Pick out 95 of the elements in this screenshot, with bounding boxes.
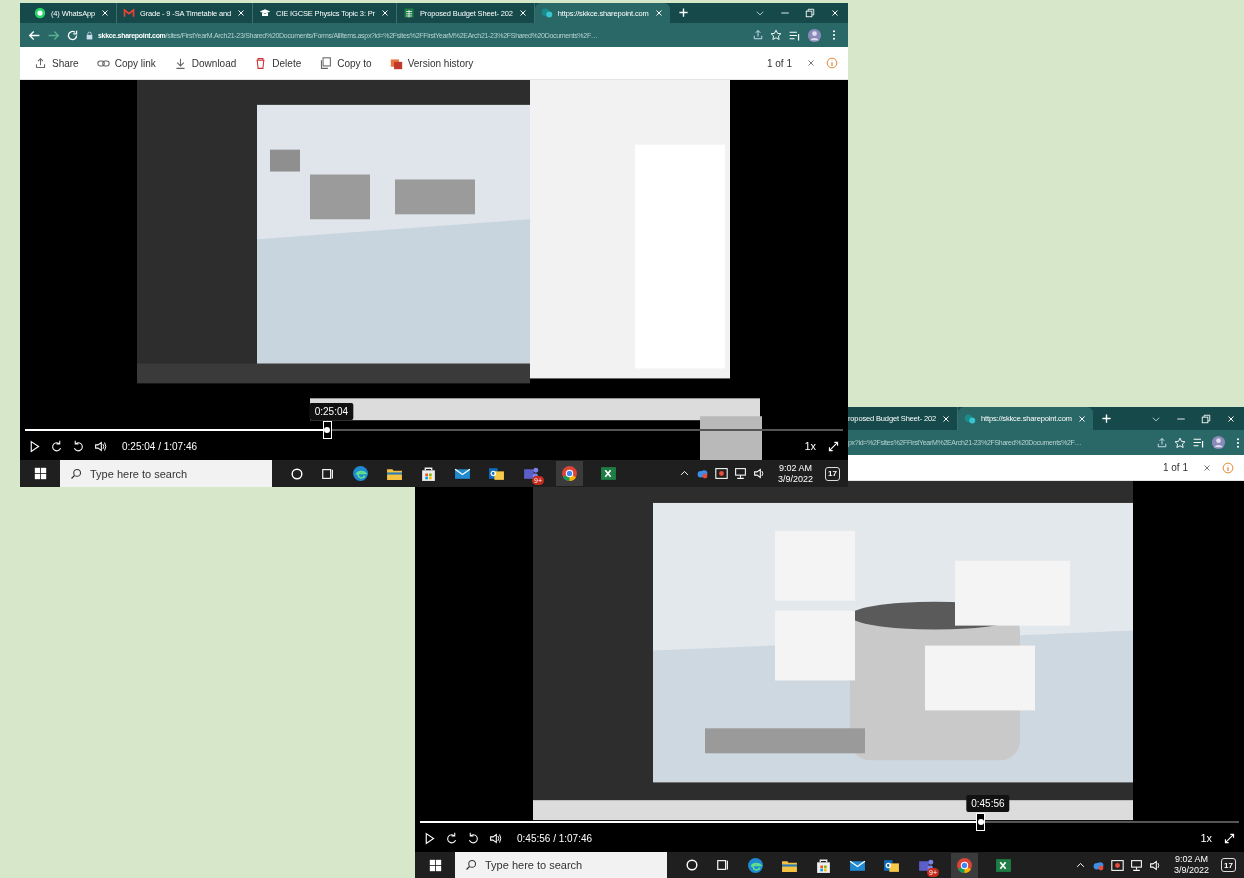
reload-icon[interactable]: [66, 28, 79, 42]
close-icon[interactable]: [100, 8, 111, 18]
download-icon: [173, 56, 187, 70]
toolbar-button[interactable]: Copy link: [92, 56, 160, 70]
forward-icon[interactable]: [72, 439, 85, 453]
play-icon[interactable]: [423, 831, 436, 845]
windows-icon[interactable]: [428, 858, 442, 872]
chrome-icon[interactable]: [561, 465, 578, 482]
playback-time: 0:25:04 / 1:07:46: [122, 440, 198, 452]
playback-time: 0:45:56 / 1:07:46: [517, 832, 593, 844]
circles-icon: [964, 412, 976, 425]
close-icon[interactable]: [941, 413, 951, 424]
scrubber-handle[interactable]: [976, 813, 985, 831]
toolbar-button[interactable]: Delete: [250, 56, 306, 70]
share-icon[interactable]: [1156, 436, 1168, 449]
lock-icon: [85, 30, 94, 40]
new-tab-icon[interactable]: [1100, 412, 1112, 424]
chrome-icon[interactable]: [956, 856, 973, 874]
forward-icon[interactable]: [467, 831, 480, 845]
chat-icon: [34, 7, 46, 19]
close-icon[interactable]: [830, 8, 840, 18]
play-icon[interactable]: [28, 439, 41, 453]
spreadsheet-icon[interactable]: [995, 856, 1012, 874]
meter-icon[interactable]: [715, 467, 729, 480]
expand-icon[interactable]: [827, 439, 840, 453]
network-icon[interactable]: [1130, 858, 1144, 872]
network-icon[interactable]: [734, 467, 748, 480]
circle-icon[interactable]: [685, 858, 699, 872]
close-icon[interactable]: [1226, 413, 1236, 424]
expand-icon[interactable]: [1223, 831, 1236, 845]
circle-icon[interactable]: [290, 466, 304, 481]
clock-date[interactable]: 3/9/2022: [1174, 865, 1210, 876]
avatar-icon[interactable]: [1211, 435, 1226, 450]
toolbar-button[interactable]: Download: [169, 56, 241, 70]
task-view-icon[interactable]: [716, 858, 730, 872]
copy-icon: [319, 56, 333, 70]
cloud-icon[interactable]: [696, 467, 710, 480]
rewind-icon[interactable]: [445, 831, 458, 845]
close-icon[interactable]: [653, 8, 664, 18]
task-view-icon[interactable]: [321, 466, 335, 481]
search-field[interactable]: Type here to search: [455, 852, 667, 878]
rewind-icon[interactable]: [50, 439, 63, 453]
avatar-icon[interactable]: [807, 27, 822, 43]
restore-icon[interactable]: [1201, 413, 1211, 424]
search-field[interactable]: Type here to search: [60, 460, 272, 487]
cap-icon: [259, 7, 272, 19]
close-icon[interactable]: [806, 58, 816, 68]
page-count: 1 of 1: [766, 57, 792, 69]
toolbar-button[interactable]: Version history: [385, 56, 478, 70]
page-count: 1 of 1: [1162, 462, 1188, 473]
time-tooltip: 0:45:56: [966, 795, 1010, 812]
meter-icon[interactable]: [1111, 858, 1125, 872]
reading-list-icon[interactable]: [1192, 436, 1205, 449]
trash-icon: [254, 56, 268, 70]
toolbar-button[interactable]: Share: [30, 56, 83, 70]
star-icon[interactable]: [770, 29, 782, 41]
browser-icon[interactable]: [747, 856, 764, 874]
scrubber-handle[interactable]: [322, 421, 332, 439]
chevron-icon[interactable]: [755, 8, 765, 18]
share-icon[interactable]: [752, 29, 764, 41]
spreadsheet-icon[interactable]: [600, 465, 617, 482]
bag-icon[interactable]: [420, 465, 437, 482]
circles-icon: [540, 7, 553, 19]
close-icon[interactable]: [236, 8, 247, 18]
search-icon: [70, 467, 82, 480]
bag-icon[interactable]: [815, 856, 832, 874]
back-icon[interactable]: [28, 28, 41, 42]
close-icon[interactable]: [1076, 413, 1087, 424]
speed-button[interactable]: 1x: [1198, 832, 1214, 844]
notifications-button[interactable]: 17: [825, 466, 840, 481]
browser-icon[interactable]: [352, 465, 369, 482]
history-icon: [389, 56, 403, 70]
close-icon[interactable]: [517, 8, 528, 18]
star-icon[interactable]: [1174, 436, 1186, 449]
new-tab-icon[interactable]: [677, 7, 689, 18]
clock-date[interactable]: 3/9/2022: [778, 473, 814, 485]
close-icon[interactable]: [379, 8, 390, 18]
mail-app-icon[interactable]: [488, 465, 505, 482]
restore-icon[interactable]: [805, 8, 815, 18]
sheet-icon: [402, 7, 415, 19]
search-placeholder: Type here to search: [485, 859, 583, 871]
mail-icon: [123, 7, 136, 19]
clock-time[interactable]: 9:02 AM: [779, 462, 813, 474]
search-placeholder: Type here to search: [90, 467, 188, 480]
volume-icon[interactable]: [94, 439, 107, 453]
search-icon: [465, 859, 477, 871]
notifications-button[interactable]: 17: [1221, 858, 1236, 872]
time-tooltip: 0:25:04: [309, 403, 354, 420]
toolbar-button[interactable]: Copy to: [315, 56, 376, 70]
windows-icon[interactable]: [33, 467, 47, 480]
speed-button[interactable]: 1x: [802, 440, 818, 452]
volume-icon[interactable]: [489, 831, 502, 845]
share-icon: [34, 56, 47, 70]
clock-time[interactable]: 9:02 AM: [1175, 854, 1209, 865]
close-icon[interactable]: [1202, 462, 1212, 473]
